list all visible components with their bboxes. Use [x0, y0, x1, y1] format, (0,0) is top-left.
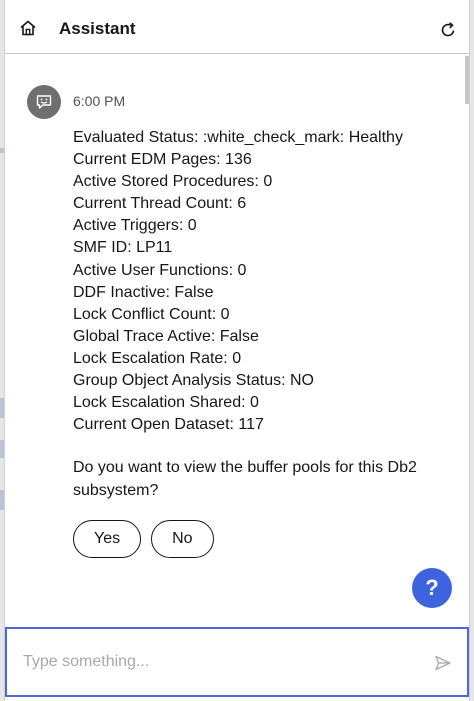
- panel-title: Assistant: [59, 19, 136, 38]
- no-button[interactable]: No: [151, 520, 214, 558]
- assistant-header: Assistant: [5, 0, 469, 54]
- status-line: Active Triggers: 0: [73, 217, 197, 235]
- status-line: Lock Escalation Rate: 0: [73, 349, 242, 367]
- scrollbar-thumb[interactable]: [465, 56, 469, 104]
- status-line: Current Thread Count: 6: [73, 195, 247, 213]
- assistant-panel: Assistant 6:00 PM Evaluated Status: :whi…: [4, 0, 470, 701]
- assistant-avatar: [27, 85, 61, 119]
- status-line: Lock Escalation Shared: 0: [73, 394, 259, 412]
- message-composer: [5, 627, 469, 697]
- status-line: Lock Conflict Count: 0: [73, 305, 230, 323]
- status-line: Active User Functions: 0: [73, 261, 247, 279]
- status-line: Active Stored Procedures: 0: [73, 173, 273, 191]
- home-icon: [20, 20, 36, 36]
- status-line: Evaluated Status: :white_check_mark: Hea…: [73, 129, 403, 146]
- help-button[interactable]: ?: [412, 568, 452, 608]
- status-line: Current Open Dataset: 117: [73, 416, 264, 434]
- help-icon: ?: [425, 575, 439, 600]
- message-input[interactable]: [23, 629, 413, 695]
- assistant-message: Evaluated Status: :white_check_mark: Hea…: [73, 127, 453, 436]
- status-line: SMF ID: LP11: [73, 239, 173, 257]
- status-line: Group Object Analysis Status: NO: [73, 372, 314, 390]
- message-timestamp: 6:00 PM: [73, 93, 126, 109]
- send-icon: [435, 655, 451, 671]
- home-button[interactable]: [15, 15, 41, 41]
- status-line: Current EDM Pages: 136: [73, 151, 252, 169]
- status-line: DDF Inactive: False: [73, 283, 214, 301]
- quick-reply-options: Yes No: [73, 520, 214, 558]
- buffer-pool-question: Do you want to view the buffer pools for…: [73, 459, 417, 499]
- refresh-icon: [441, 22, 455, 37]
- yes-button[interactable]: Yes: [73, 520, 142, 558]
- status-line: Global Trace Active: False: [73, 327, 259, 345]
- refresh-button[interactable]: [435, 17, 461, 43]
- send-button[interactable]: [433, 653, 453, 673]
- chat-bot-icon: [36, 95, 52, 109]
